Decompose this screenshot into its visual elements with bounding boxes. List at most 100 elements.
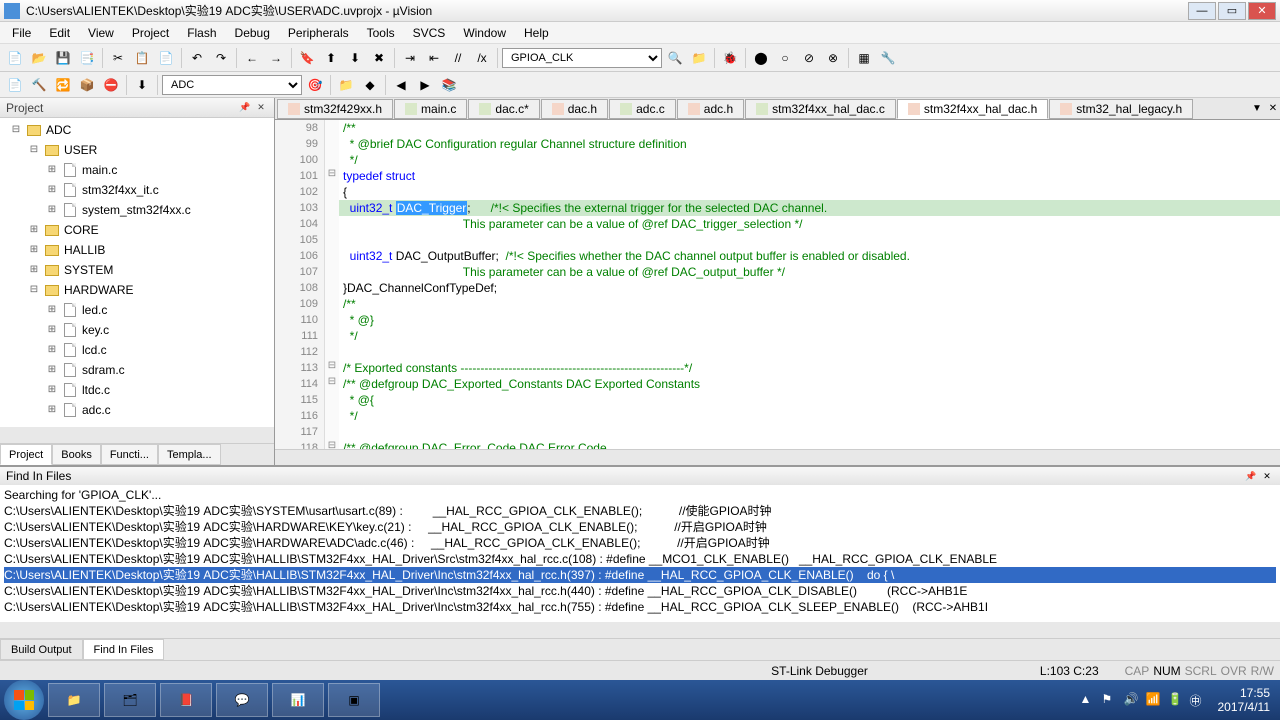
expand-icon[interactable]: ⊞ bbox=[46, 204, 58, 216]
bookmark-next-button[interactable]: ⬇ bbox=[344, 47, 366, 69]
expand-icon[interactable]: ⊞ bbox=[46, 404, 58, 416]
select-pack-button[interactable]: ◀ bbox=[390, 74, 412, 96]
pack-install-button[interactable]: ▶ bbox=[414, 74, 436, 96]
task-wechat[interactable]: 💬 bbox=[216, 683, 268, 717]
translate-button[interactable]: 📄 bbox=[4, 74, 26, 96]
panel-tab-project[interactable]: Project bbox=[0, 444, 52, 465]
find-result-line[interactable]: Searching for 'GPIOA_CLK'... bbox=[4, 487, 1276, 503]
target-combo[interactable]: ADC bbox=[162, 75, 302, 95]
download-button[interactable]: ⬇ bbox=[131, 74, 153, 96]
manage-project-button[interactable]: 📁 bbox=[335, 74, 357, 96]
expand-icon[interactable]: ⊞ bbox=[46, 304, 58, 316]
file-tab[interactable]: stm32_hal_legacy.h bbox=[1049, 99, 1193, 119]
menu-edit[interactable]: Edit bbox=[41, 24, 78, 42]
menu-tools[interactable]: Tools bbox=[359, 24, 403, 42]
task-explorer[interactable]: 📁 bbox=[48, 683, 100, 717]
find-result-line[interactable]: C:\Users\ALIENTEK\Desktop\实验19 ADC实验\SYS… bbox=[4, 503, 1276, 519]
batch-build-button[interactable]: 📦 bbox=[76, 74, 98, 96]
expand-icon[interactable]: ⊞ bbox=[46, 184, 58, 196]
find-result-line[interactable]: C:\Users\ALIENTEK\Desktop\实验19 ADC实验\HAR… bbox=[4, 519, 1276, 535]
start-button[interactable] bbox=[4, 680, 44, 720]
tray-ime-icon[interactable]: ㊥ bbox=[1190, 692, 1206, 708]
expand-icon[interactable]: ⊞ bbox=[28, 244, 40, 256]
bookmark-button[interactable]: 🔖 bbox=[296, 47, 318, 69]
tab-close-icon[interactable]: ✕ bbox=[1266, 102, 1280, 116]
bp-killall-button[interactable]: ⊗ bbox=[822, 47, 844, 69]
redo-button[interactable]: ↷ bbox=[210, 47, 232, 69]
menu-peripherals[interactable]: Peripherals bbox=[280, 24, 357, 42]
find-pin-icon[interactable]: 📌 bbox=[1244, 469, 1258, 483]
expand-icon[interactable]: ⊞ bbox=[46, 324, 58, 336]
find-tab-find-in-files[interactable]: Find In Files bbox=[83, 639, 165, 660]
expand-icon[interactable]: ⊞ bbox=[46, 164, 58, 176]
debug-button[interactable]: 🐞 bbox=[719, 47, 741, 69]
expand-icon[interactable]: ⊞ bbox=[28, 264, 40, 276]
task-powerpoint[interactable]: 📊 bbox=[272, 683, 324, 717]
stop-build-button[interactable]: ⛔ bbox=[100, 74, 122, 96]
file-tab[interactable]: stm32f4xx_hal_dac.h bbox=[897, 99, 1048, 119]
new-button[interactable]: 📄 bbox=[4, 47, 26, 69]
tree-node[interactable]: ⊞main.c bbox=[2, 160, 272, 180]
breakpoint-button[interactable]: ⬤ bbox=[750, 47, 772, 69]
tray-network-icon[interactable]: 📶 bbox=[1146, 692, 1162, 708]
expand-icon[interactable]: ⊟ bbox=[28, 144, 40, 156]
tree-hscroll[interactable] bbox=[0, 427, 274, 443]
tree-node[interactable]: ⊞lcd.c bbox=[2, 340, 272, 360]
menu-view[interactable]: View bbox=[80, 24, 122, 42]
panel-close-icon[interactable]: ✕ bbox=[254, 101, 268, 115]
menu-file[interactable]: File bbox=[4, 24, 39, 42]
tree-node[interactable]: ⊞led.c bbox=[2, 300, 272, 320]
tree-node[interactable]: ⊞CORE bbox=[2, 220, 272, 240]
expand-icon[interactable]: ⊞ bbox=[28, 224, 40, 236]
bp-kill-button[interactable]: ⊘ bbox=[798, 47, 820, 69]
tray-clock[interactable]: 17:55 2017/4/11 bbox=[1212, 686, 1277, 715]
tree-node[interactable]: ⊞sdram.c bbox=[2, 360, 272, 380]
save-all-button[interactable]: 📑 bbox=[76, 47, 98, 69]
task-uvision[interactable]: ▣ bbox=[328, 683, 380, 717]
find-close-icon[interactable]: ✕ bbox=[1260, 469, 1274, 483]
find-button[interactable]: 🔍 bbox=[664, 47, 686, 69]
file-tab[interactable]: adc.h bbox=[677, 99, 744, 119]
task-folder[interactable]: 🗂 bbox=[104, 683, 156, 717]
menu-debug[interactable]: Debug bbox=[227, 24, 278, 42]
bookmark-clear-button[interactable]: ✖ bbox=[368, 47, 390, 69]
open-button[interactable]: 📂 bbox=[28, 47, 50, 69]
find-results[interactable]: Searching for 'GPIOA_CLK'...C:\Users\ALI… bbox=[0, 485, 1280, 622]
file-tab[interactable]: stm32f429xx.h bbox=[277, 99, 393, 119]
tree-node[interactable]: ⊞ltdc.c bbox=[2, 380, 272, 400]
task-foxit[interactable]: 📕 bbox=[160, 683, 212, 717]
comment-button[interactable]: // bbox=[447, 47, 469, 69]
tree-node[interactable]: ⊟HARDWARE bbox=[2, 280, 272, 300]
uncomment-button[interactable]: /x bbox=[471, 47, 493, 69]
find-result-line[interactable]: C:\Users\ALIENTEK\Desktop\实验19 ADC实验\HAL… bbox=[4, 583, 1276, 599]
bookmark-prev-button[interactable]: ⬆ bbox=[320, 47, 342, 69]
tree-node[interactable]: ⊞key.c bbox=[2, 320, 272, 340]
tray-up-icon[interactable]: ▲ bbox=[1080, 692, 1096, 708]
nav-fwd-button[interactable]: → bbox=[265, 47, 287, 69]
tray-flag-icon[interactable]: ⚑ bbox=[1102, 692, 1118, 708]
nav-back-button[interactable]: ← bbox=[241, 47, 263, 69]
expand-icon[interactable]: ⊞ bbox=[46, 364, 58, 376]
panel-tab-templa[interactable]: Templa... bbox=[158, 444, 221, 465]
menu-window[interactable]: Window bbox=[455, 24, 514, 42]
file-tab[interactable]: dac.h bbox=[541, 99, 608, 119]
tab-dropdown-icon[interactable]: ▼ bbox=[1250, 102, 1264, 116]
menu-flash[interactable]: Flash bbox=[179, 24, 224, 42]
tree-node[interactable]: ⊟ADC bbox=[2, 120, 272, 140]
fold-column[interactable]: ⊟⊟⊟⊟ bbox=[325, 120, 339, 449]
find-result-line[interactable]: C:\Users\ALIENTEK\Desktop\实验19 ADC实验\HAL… bbox=[4, 599, 1276, 615]
panel-pin-icon[interactable]: 📌 bbox=[238, 101, 252, 115]
code-lines[interactable]: /** * @brief DAC Configuration regular C… bbox=[339, 120, 1280, 449]
tree-node[interactable]: ⊟USER bbox=[2, 140, 272, 160]
expand-icon[interactable]: ⊞ bbox=[46, 344, 58, 356]
tree-node[interactable]: ⊞HALLIB bbox=[2, 240, 272, 260]
find-result-line[interactable]: C:\Users\ALIENTEK\Desktop\实验19 ADC实验\HAL… bbox=[4, 567, 1276, 583]
find-result-line[interactable]: C:\Users\ALIENTEK\Desktop\实验19 ADC实验\HAR… bbox=[4, 535, 1276, 551]
expand-icon[interactable]: ⊟ bbox=[28, 284, 40, 296]
build-button[interactable]: 🔨 bbox=[28, 74, 50, 96]
file-tab[interactable]: stm32f4xx_hal_dac.c bbox=[745, 99, 896, 119]
project-tree[interactable]: ⊟ADC⊟USER⊞main.c⊞stm32f4xx_it.c⊞system_s… bbox=[0, 118, 274, 427]
rebuild-button[interactable]: 🔁 bbox=[52, 74, 74, 96]
find-hscroll[interactable] bbox=[0, 622, 1280, 638]
save-button[interactable]: 💾 bbox=[52, 47, 74, 69]
